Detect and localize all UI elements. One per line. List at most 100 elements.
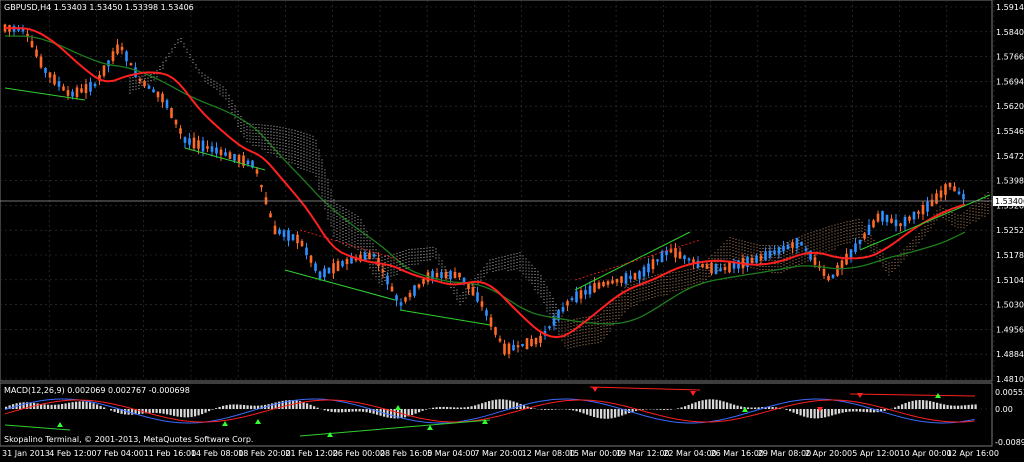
cloud-dot <box>270 125 272 127</box>
cloud-dot <box>363 246 365 248</box>
candle-body <box>633 273 637 280</box>
cloud-dot <box>570 325 572 327</box>
cloud-dot <box>426 259 428 261</box>
cloud-dot <box>549 304 551 306</box>
macd-bar <box>960 405 963 409</box>
cloud-dot <box>621 308 623 310</box>
cloud-dot <box>321 177 323 179</box>
cloud-dot <box>318 164 320 166</box>
candle-body <box>638 271 641 280</box>
time-axis-label: 5 Apr 12:00 <box>852 449 899 458</box>
cloud-dot <box>312 144 314 146</box>
cloud-dot <box>447 272 449 274</box>
macd-bar <box>750 407 753 409</box>
cloud-dot <box>519 261 521 263</box>
cloud-dot <box>216 82 218 84</box>
cloud-dot <box>585 337 587 339</box>
cloud-dot <box>831 246 833 248</box>
cloud-dot <box>189 53 191 56</box>
candle-body <box>755 255 758 263</box>
cloud-dot <box>573 322 575 324</box>
cloud-dot <box>828 250 830 252</box>
cloud-dot <box>447 278 449 280</box>
cloud-dot <box>549 313 551 315</box>
cloud-dot <box>276 141 278 143</box>
candle-body <box>152 89 155 93</box>
cloud-dot <box>732 246 734 249</box>
cloud-dot <box>903 255 905 257</box>
cloud-dot <box>924 225 926 227</box>
cloud-dot <box>609 306 611 308</box>
cloud-dot <box>246 126 248 128</box>
cloud-dot <box>396 255 398 257</box>
candle-body <box>710 262 713 274</box>
cloud-dot <box>750 254 752 256</box>
cloud-dot <box>921 238 923 240</box>
cloud-dot <box>606 331 608 333</box>
cloud-dot <box>303 144 305 146</box>
candle-body <box>714 264 718 274</box>
cloud-dot <box>327 218 329 220</box>
cloud-dot <box>555 309 557 311</box>
cloud-dot <box>324 169 326 171</box>
cloud-dot <box>789 252 791 254</box>
symbol-header: GBPUSD,H4 1.53403 1.53450 1.53398 1.5340… <box>4 3 194 12</box>
cloud-dot <box>324 190 326 192</box>
cloud-dot <box>297 154 299 156</box>
cloud-dot <box>630 293 632 295</box>
cloud-dot <box>399 263 401 265</box>
candle-body <box>327 267 331 274</box>
cloud-dot <box>798 257 800 259</box>
cloud-dot <box>594 330 596 332</box>
cloud-dot <box>792 254 794 256</box>
cloud-dot <box>327 197 329 199</box>
cloud-dot <box>516 258 518 261</box>
cloud-dot <box>336 209 338 211</box>
cloud-dot <box>732 240 734 243</box>
cloud-dot <box>408 249 410 251</box>
cloud-dot <box>801 235 803 237</box>
cloud-dot <box>942 207 944 210</box>
cloud-dot <box>690 277 692 279</box>
macd-panel[interactable]: MACD(12,26,9) 0.002069 0.002767 -0.00069… <box>0 382 993 447</box>
candle-body <box>444 271 448 279</box>
cloud-dot <box>687 269 689 271</box>
cloud-dot <box>633 292 635 294</box>
cloud-dot <box>225 89 227 91</box>
macd-bar <box>757 407 760 409</box>
candle-body <box>309 255 313 263</box>
cloud-dot <box>843 225 845 227</box>
cloud-dot <box>798 248 800 250</box>
cloud-dot <box>789 243 791 245</box>
macd-bar <box>967 404 970 409</box>
macd-bar <box>194 409 197 417</box>
price-axis[interactable]: 1.591401.584001.576601.569401.562001.554… <box>993 3 1024 384</box>
cloud-dot <box>279 129 281 131</box>
cloud-dot <box>381 280 383 282</box>
cloud-dot <box>273 143 275 145</box>
price-chart-panel[interactable]: GBPUSD,H4 1.53403 1.53450 1.53398 1.5340… <box>0 0 995 382</box>
candle-body <box>71 91 74 97</box>
cloud-dot <box>657 286 659 288</box>
cloud-dot <box>384 279 386 282</box>
cloud-dot <box>570 343 572 345</box>
cloud-dot <box>972 205 974 207</box>
cloud-dot <box>930 221 932 223</box>
candle-body <box>377 257 380 267</box>
time-axis[interactable]: 31 Jan 2013 4 Feb 12:00 7 Feb 04:00 11 Feb … <box>2 449 999 458</box>
cloud-dot <box>231 100 233 102</box>
cloud-dot <box>618 299 620 301</box>
macd-bar <box>442 406 445 409</box>
cloud-dot <box>210 84 212 86</box>
candle-body <box>822 268 826 276</box>
candle-body <box>93 83 97 87</box>
cloud-dot <box>384 261 386 264</box>
cloud-dot <box>132 86 134 88</box>
cloud-dot <box>876 250 878 252</box>
price-axis-label: 1.49560 <box>996 325 1024 334</box>
cloud-dot <box>771 251 773 253</box>
candle-body <box>75 87 79 97</box>
macd-bar <box>61 403 64 409</box>
cloud-dot <box>285 148 287 151</box>
candle-body <box>903 216 907 227</box>
